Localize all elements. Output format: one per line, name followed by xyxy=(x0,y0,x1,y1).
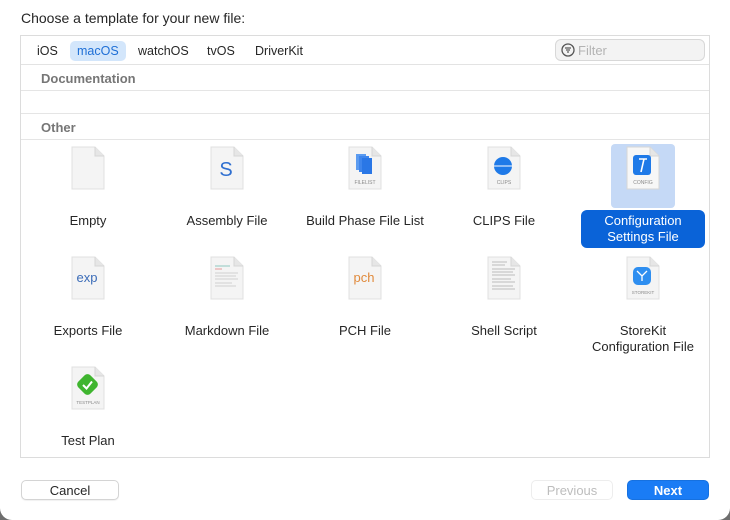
template-configuration-settings-file[interactable]: CONFIG Configuration Settings File xyxy=(581,140,705,248)
template-label: Markdown File xyxy=(184,323,270,338)
pch-file-icon: pch xyxy=(348,256,382,300)
template-label: Shell Script xyxy=(471,323,537,338)
next-button[interactable]: Next xyxy=(627,480,709,500)
section-title-documentation: Documentation xyxy=(41,71,136,86)
clips-file-icon: CLIPS xyxy=(487,146,521,190)
template-label: Assembly File xyxy=(186,213,268,228)
testplan-badge: TESTPLAN xyxy=(76,400,99,405)
template-clips-file[interactable]: CLIPS CLIPS File xyxy=(442,140,566,248)
clips-badge: CLIPS xyxy=(497,180,512,186)
tab-tvos[interactable]: tvOS xyxy=(200,41,242,61)
storekit-file-icon: STOREKIT xyxy=(626,256,660,300)
tab-driverkit[interactable]: DriverKit xyxy=(248,41,310,61)
template-exports-file[interactable]: exp Exports File xyxy=(26,250,150,358)
platform-tab-bar: iOS macOS watchOS tvOS DriverKit xyxy=(21,36,709,65)
filter-input[interactable] xyxy=(578,41,698,59)
testplan-file-icon: TESTPLAN xyxy=(71,366,105,410)
markdown-file-icon xyxy=(210,256,244,300)
section-header-other: Other xyxy=(21,114,709,140)
pch-glyph: pch xyxy=(354,270,375,285)
documentation-empty-area xyxy=(21,91,709,114)
tab-ios[interactable]: iOS xyxy=(30,41,65,61)
assembly-file-icon: S xyxy=(210,146,244,190)
tab-macos[interactable]: macOS xyxy=(70,41,126,61)
filter-icon xyxy=(561,43,575,57)
previous-button[interactable]: Previous xyxy=(531,480,613,500)
section-header-documentation: Documentation xyxy=(21,65,709,91)
storekit-badge: STOREKIT xyxy=(632,290,655,295)
filter-field[interactable] xyxy=(555,39,705,61)
section-title-other: Other xyxy=(41,120,76,135)
cancel-button[interactable]: Cancel xyxy=(21,480,119,500)
config-badge: CONFIG xyxy=(633,180,653,186)
template-test-plan[interactable]: TESTPLAN Test Plan xyxy=(26,360,150,468)
template-empty[interactable]: Empty xyxy=(26,140,150,248)
template-storekit-configuration-file[interactable]: STOREKIT StoreKit Configuration File xyxy=(581,250,705,358)
template-pch-file[interactable]: pch PCH File xyxy=(303,250,427,358)
template-assembly-file[interactable]: S Assembly File xyxy=(165,140,289,248)
dialog-prompt: Choose a template for your new file: xyxy=(21,10,246,26)
exports-glyph: exp xyxy=(77,270,98,285)
tab-watchos[interactable]: watchOS xyxy=(131,41,196,61)
exports-file-icon: exp xyxy=(71,256,105,300)
template-label: Configuration Settings File xyxy=(581,210,705,248)
config-file-icon: CONFIG xyxy=(626,146,660,190)
template-shell-script[interactable]: Shell Script xyxy=(442,250,566,358)
assembly-glyph: S xyxy=(219,159,232,181)
template-label: StoreKit Configuration File xyxy=(592,323,694,354)
template-label: CLIPS File xyxy=(472,213,536,228)
template-label: Empty xyxy=(69,213,107,228)
filelist-icon: FILELIST xyxy=(348,146,382,190)
template-panel: iOS macOS watchOS tvOS DriverKit Documen… xyxy=(20,35,710,458)
template-markdown-file[interactable]: Markdown File xyxy=(165,250,289,358)
template-build-phase-file-list[interactable]: FILELIST Build Phase File List xyxy=(303,140,427,248)
empty-file-icon xyxy=(71,146,105,190)
filelist-badge: FILELIST xyxy=(354,180,375,186)
template-label: Test Plan xyxy=(61,433,115,448)
template-label: Exports File xyxy=(53,323,123,338)
new-file-dialog: Choose a template for your new file: iOS… xyxy=(0,0,730,520)
shell-script-icon xyxy=(487,256,521,300)
template-label: Build Phase File List xyxy=(306,213,424,228)
template-label: PCH File xyxy=(338,323,391,338)
